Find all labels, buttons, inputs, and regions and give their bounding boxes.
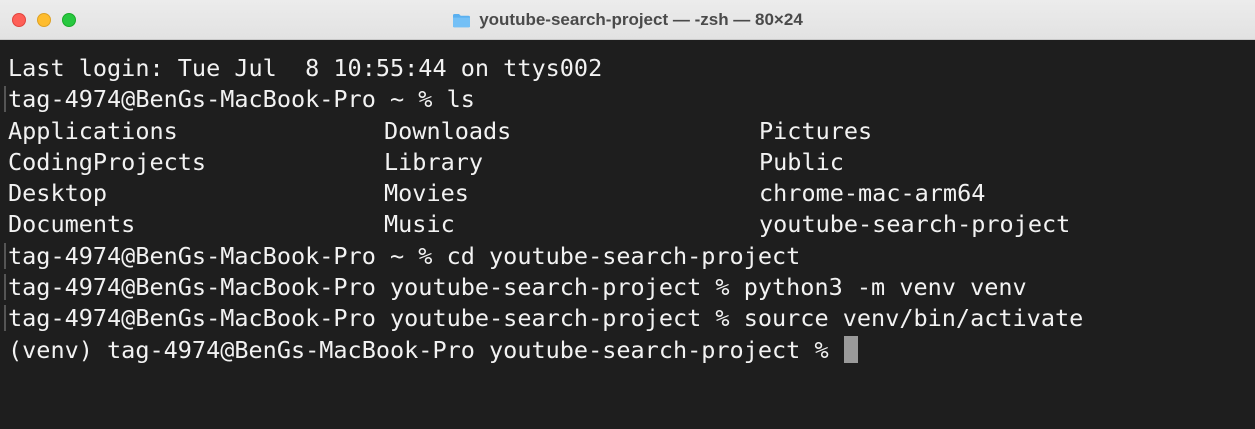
ls-entry: youtube-search-project xyxy=(759,210,1071,239)
ls-entry: Public xyxy=(759,147,844,176)
ls-entry: Applications xyxy=(8,116,178,145)
text-cursor[interactable] xyxy=(843,335,858,363)
command-text: tag-4974@BenGs-MacBook-Pro youtube-searc… xyxy=(8,304,1084,333)
window-title-text: youtube-search-project — -zsh — 80×24 xyxy=(479,10,803,29)
ls-entry: Library xyxy=(384,147,484,176)
command-text: tag-4974@BenGs-MacBook-Pro ~ % cd youtub… xyxy=(8,241,801,270)
command-line-cd: tag-4974@BenGs-MacBook-Pro ~ % cd youtub… xyxy=(4,241,1255,272)
ls-entry: Music xyxy=(384,210,455,239)
ls-entry: Documents xyxy=(8,210,136,239)
command-mark xyxy=(4,305,6,332)
ls-entry: Desktop xyxy=(8,179,108,208)
ls-entry: Downloads xyxy=(384,116,512,145)
command-line-venv: tag-4974@BenGs-MacBook-Pro youtube-searc… xyxy=(4,272,1255,303)
terminal-window: youtube-search-project — -zsh — 80×24 La… xyxy=(0,0,1255,429)
command-line-ls: tag-4974@BenGs-MacBook-Pro ~ % ls xyxy=(4,84,1255,115)
ls-entry: Pictures xyxy=(759,116,873,145)
command-text: tag-4974@BenGs-MacBook-Pro ~ % ls xyxy=(8,85,475,114)
active-prompt-line[interactable]: (venv) tag-4974@BenGs-MacBook-Pro youtub… xyxy=(8,335,1255,366)
ls-output-row: Documents Music youtube-search-project xyxy=(8,209,1255,240)
ls-output-row: Desktop Movies chrome-mac-arm64 xyxy=(8,178,1255,209)
ls-entry: Movies xyxy=(384,179,469,208)
ls-output-row: Applications Downloads Pictures xyxy=(8,116,1255,147)
window-title: youtube-search-project — -zsh — 80×24 xyxy=(0,0,1255,40)
terminal-output[interactable]: Last login: Tue Jul 8 10:55:44 on ttys00… xyxy=(0,41,1255,429)
command-line-source: tag-4974@BenGs-MacBook-Pro youtube-searc… xyxy=(4,303,1255,334)
ls-entry: CodingProjects xyxy=(8,147,207,176)
folder-icon xyxy=(453,13,471,27)
last-login-line: Last login: Tue Jul 8 10:55:44 on ttys00… xyxy=(8,54,603,82)
command-text: tag-4974@BenGs-MacBook-Pro youtube-searc… xyxy=(8,273,1027,302)
command-mark xyxy=(4,242,6,269)
ls-output-row: CodingProjects Library Public xyxy=(8,147,1255,178)
command-mark xyxy=(4,274,6,301)
title-bar[interactable]: youtube-search-project — -zsh — 80×24 xyxy=(0,0,1255,40)
ls-entry: chrome-mac-arm64 xyxy=(759,179,986,208)
command-mark xyxy=(4,86,6,113)
prompt-text: (venv) tag-4974@BenGs-MacBook-Pro youtub… xyxy=(8,335,843,364)
